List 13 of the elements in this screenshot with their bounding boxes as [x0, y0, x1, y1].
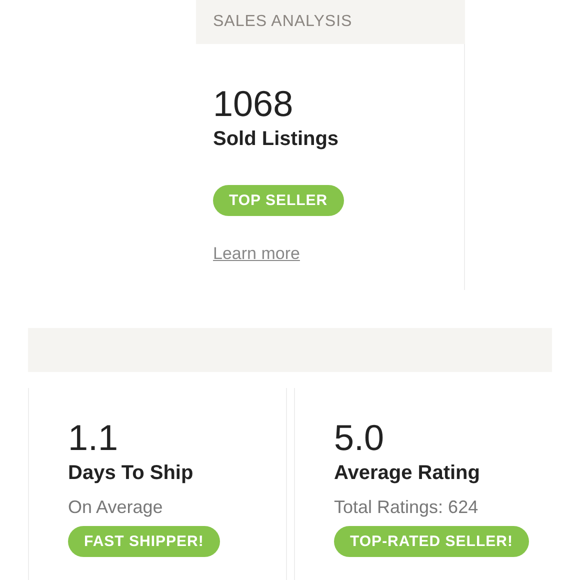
stat-value: 5.0 [334, 418, 384, 458]
stat-value: 1.1 [68, 418, 118, 458]
stat-label: Average Rating [334, 462, 480, 485]
section-title: SALES ANALYSIS [213, 13, 352, 31]
stat-label: Days To Ship [68, 462, 194, 485]
seller-badge: FAST SHIPPER! [68, 526, 220, 557]
learn-more-link[interactable]: Learn more [213, 244, 300, 264]
stat-label: Sold Listings [213, 128, 339, 151]
stat-value: 1068 [213, 84, 294, 124]
seller-badge: TOP-RATED SELLER! [334, 526, 529, 557]
stat-note: On Average [68, 497, 163, 518]
seller-badge: TOP SELLER [213, 185, 344, 216]
stat-note: Total Ratings: 624 [334, 497, 478, 518]
